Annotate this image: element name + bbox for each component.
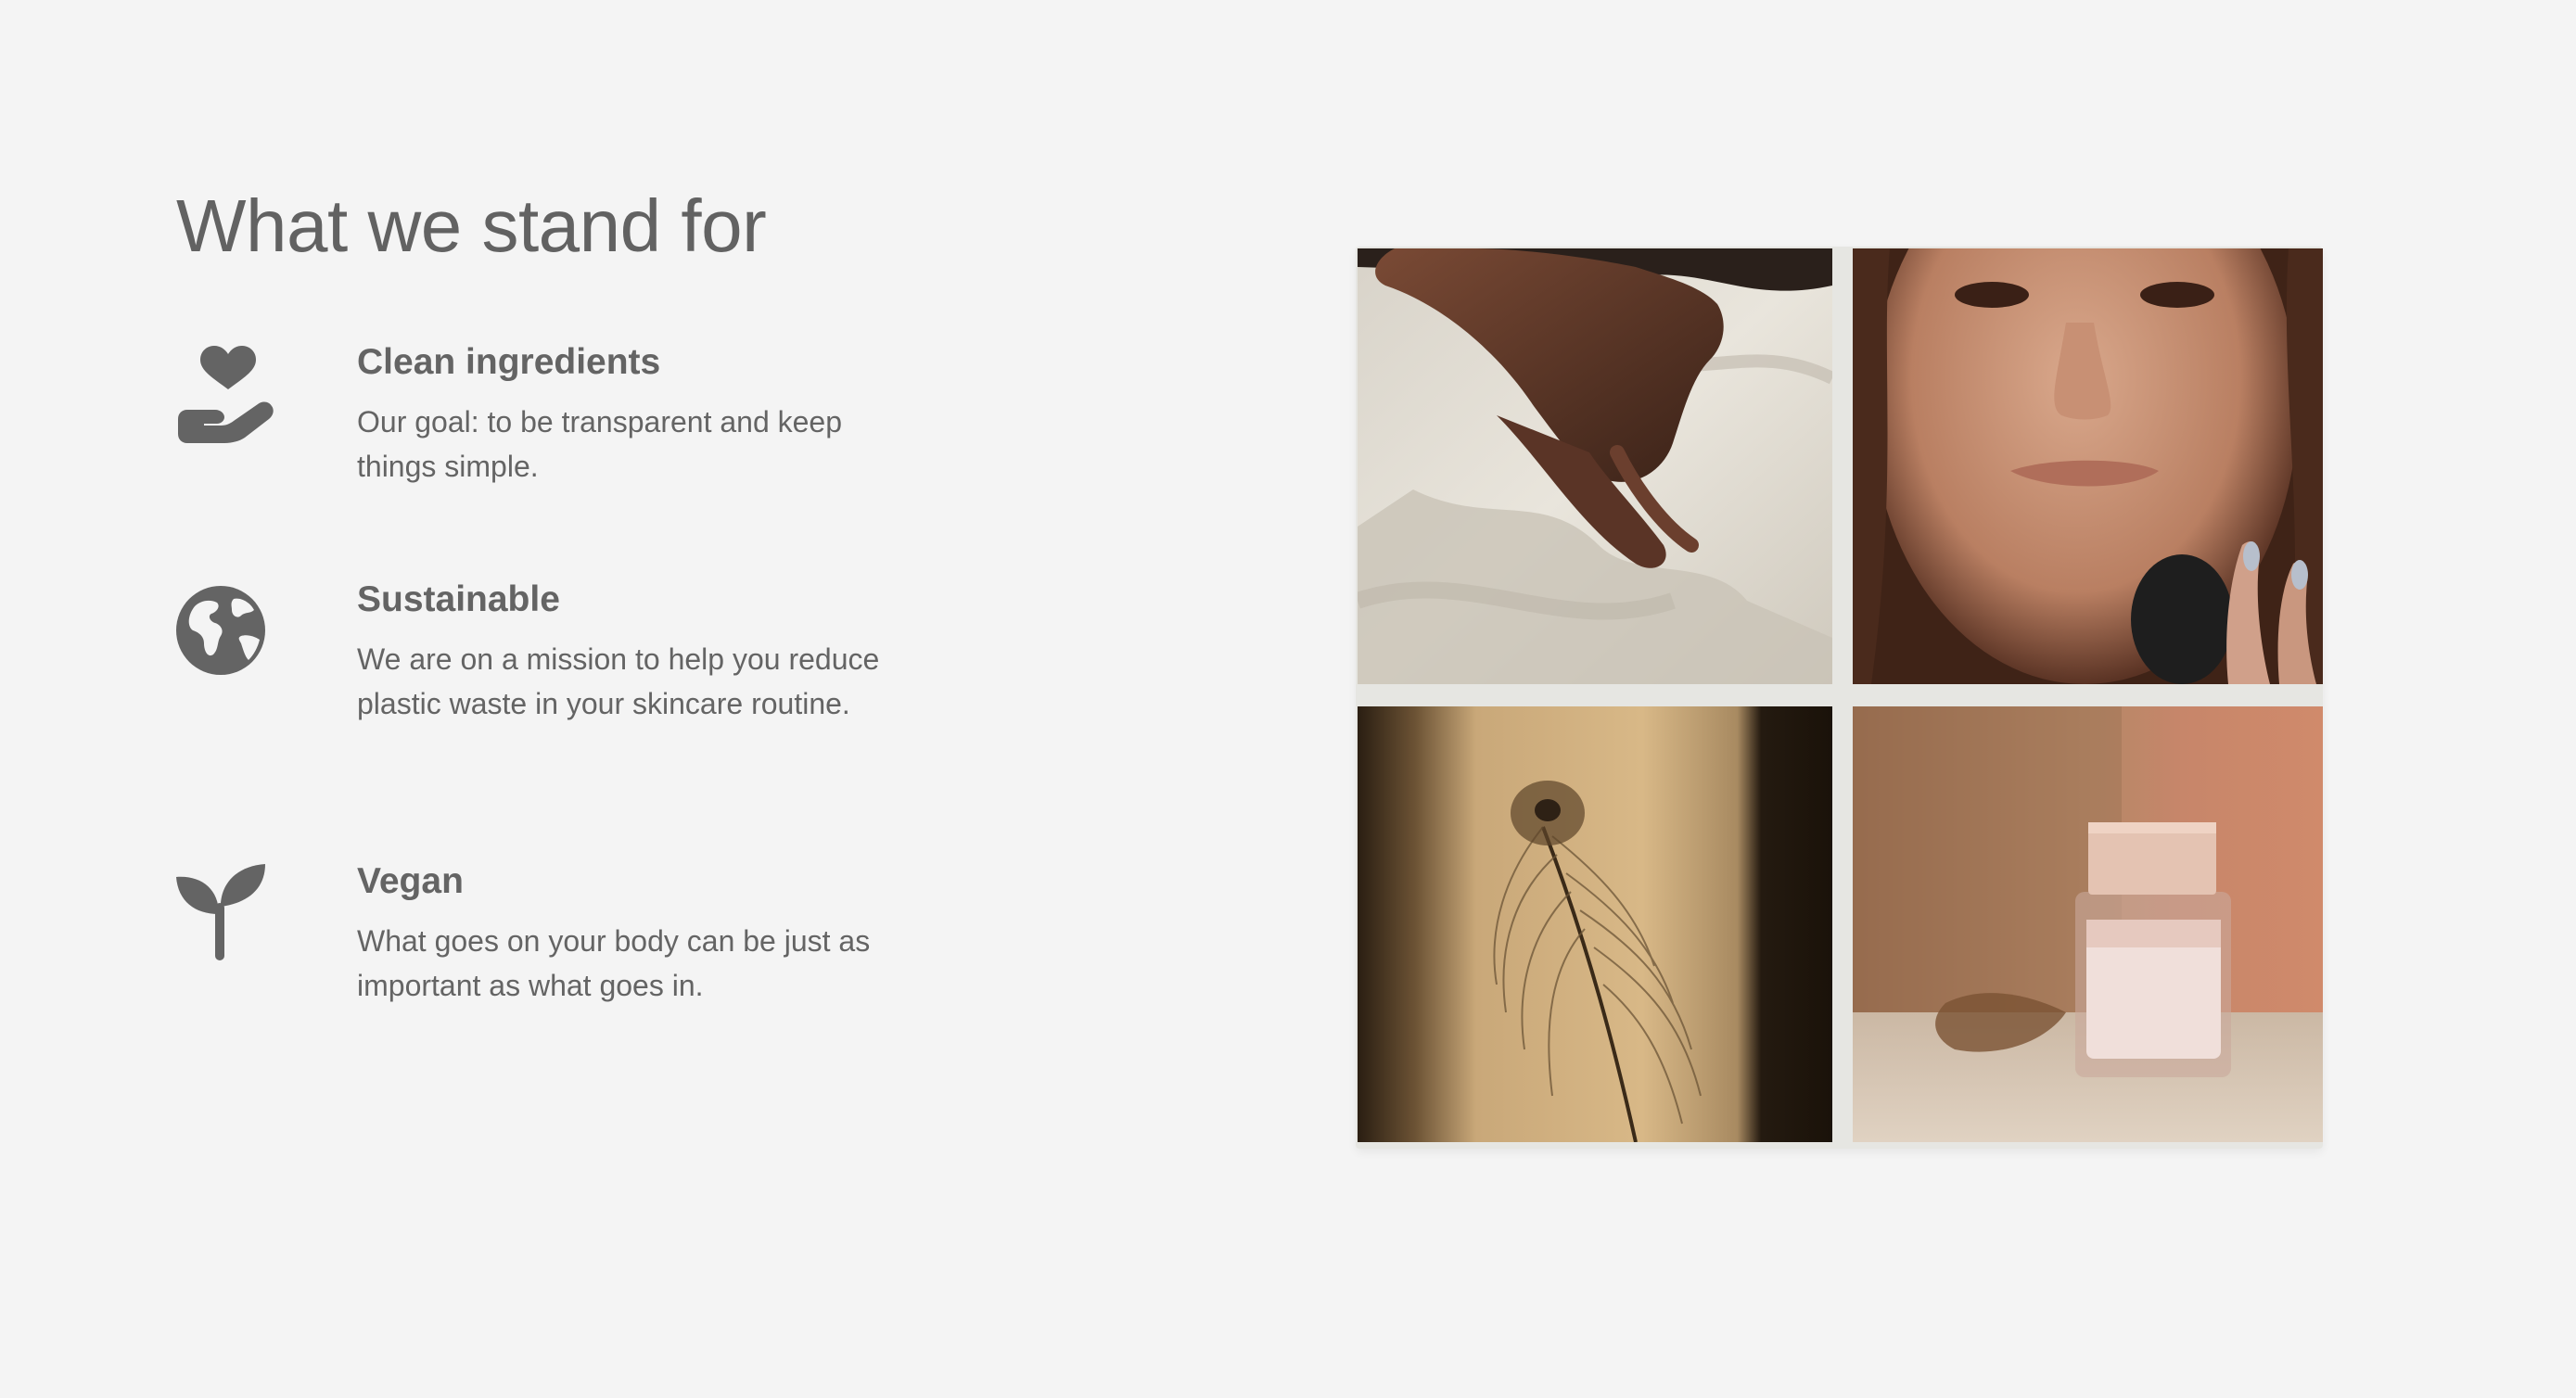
globe-icon	[176, 578, 280, 682]
feature-title: Sustainable	[357, 579, 560, 619]
feature-title: Clean ingredients	[357, 342, 661, 382]
gallery-image-face	[1853, 248, 2323, 684]
feature-description: Our goal: to be transparent and keep thi…	[357, 404, 843, 483]
seedling-icon	[176, 860, 280, 964]
feature-description: We are on a mission to help you reduce p…	[357, 642, 880, 720]
feature-title: Vegan	[357, 861, 464, 901]
section-heading: What we stand for	[176, 184, 767, 267]
values-section: What we stand for Clean ingredients Our …	[0, 0, 2576, 1398]
gallery-image-feather	[1358, 706, 1832, 1142]
hand-holding-heart-icon	[176, 341, 280, 445]
gallery-image-hands	[1358, 248, 1832, 684]
image-gallery	[1356, 247, 2323, 1149]
gallery-image-cream-jar	[1853, 706, 2323, 1142]
feature-description: What goes on your body can be just as im…	[357, 923, 871, 1002]
